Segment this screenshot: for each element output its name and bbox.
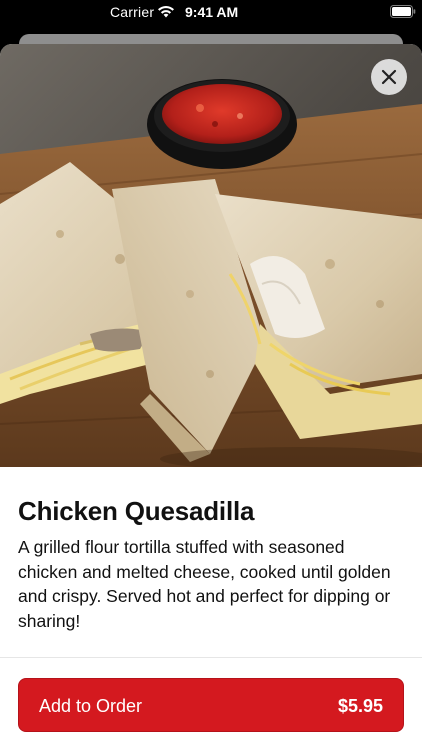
divider (0, 657, 422, 658)
order-price: $5.95 (337, 696, 383, 716)
add-to-order-label: Add to Order (39, 696, 143, 716)
food-photo-illustration (0, 44, 422, 467)
wifi-icon (158, 5, 174, 18)
close-button[interactable] (371, 59, 407, 95)
food-photo (0, 44, 422, 467)
screen: Carrier 9:41 AM Chicken Quesadilla A gri… (0, 0, 422, 750)
add-to-order-button[interactable]: Add to Order $5.95 (18, 678, 404, 732)
status-time: 9:41 AM (185, 4, 239, 20)
carrier-label: Carrier (110, 4, 155, 20)
status-bar: Carrier 9:41 AM (0, 0, 422, 24)
item-description: A grilled flour tortilla stuffed with se… (18, 537, 391, 631)
battery-icon (390, 5, 416, 18)
item-title: Chicken Quesadilla (18, 496, 255, 526)
item-detail-sheet: Chicken Quesadilla A grilled flour torti… (0, 44, 422, 750)
close-icon (381, 69, 397, 85)
